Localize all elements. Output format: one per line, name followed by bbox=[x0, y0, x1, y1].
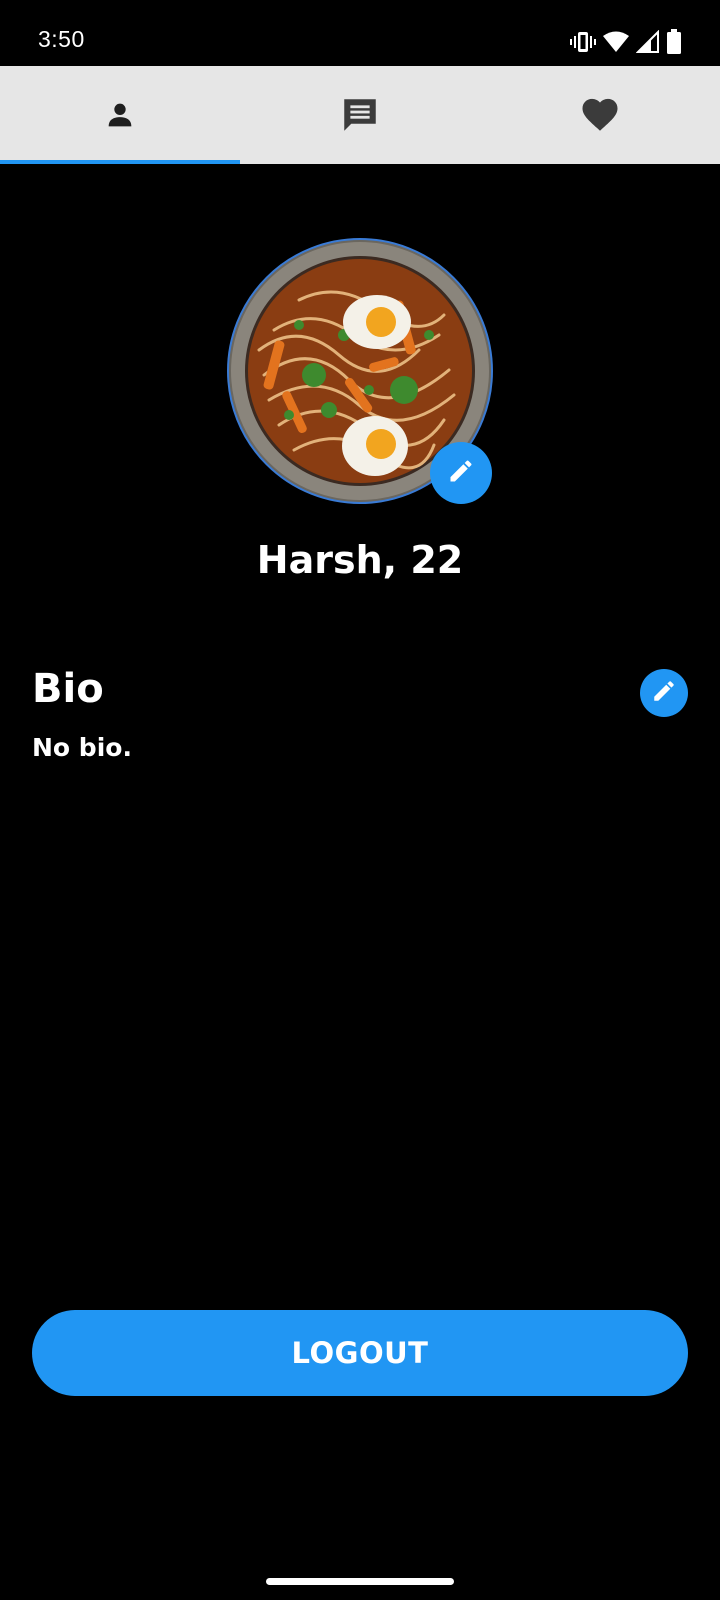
status-time: 3:50 bbox=[38, 26, 85, 52]
pencil-icon bbox=[447, 457, 475, 489]
status-icons bbox=[570, 28, 682, 56]
bio-text: No bio. bbox=[32, 733, 132, 762]
bio-heading: Bio bbox=[32, 666, 104, 712]
status-bar: 3:50 bbox=[0, 0, 720, 66]
heart-icon bbox=[579, 94, 621, 136]
signal-icon bbox=[636, 30, 660, 54]
chat-icon bbox=[339, 94, 381, 136]
logout-button[interactable]: LOGOUT bbox=[32, 1310, 688, 1396]
vibrate-icon bbox=[570, 30, 596, 54]
tab-chats[interactable] bbox=[240, 66, 480, 164]
profile-name: Harsh, 22 bbox=[256, 538, 464, 582]
gesture-navigation-bar[interactable] bbox=[266, 1578, 454, 1585]
wifi-icon bbox=[602, 30, 630, 54]
tab-matches[interactable] bbox=[480, 66, 720, 164]
edit-photo-button[interactable] bbox=[430, 442, 492, 504]
edit-bio-button[interactable] bbox=[640, 669, 688, 717]
battery-icon bbox=[666, 29, 682, 55]
pencil-icon bbox=[651, 678, 677, 708]
tab-profile[interactable] bbox=[0, 66, 240, 164]
person-icon bbox=[103, 98, 137, 132]
tab-bar bbox=[0, 66, 720, 164]
tab-selected-indicator bbox=[0, 160, 240, 164]
